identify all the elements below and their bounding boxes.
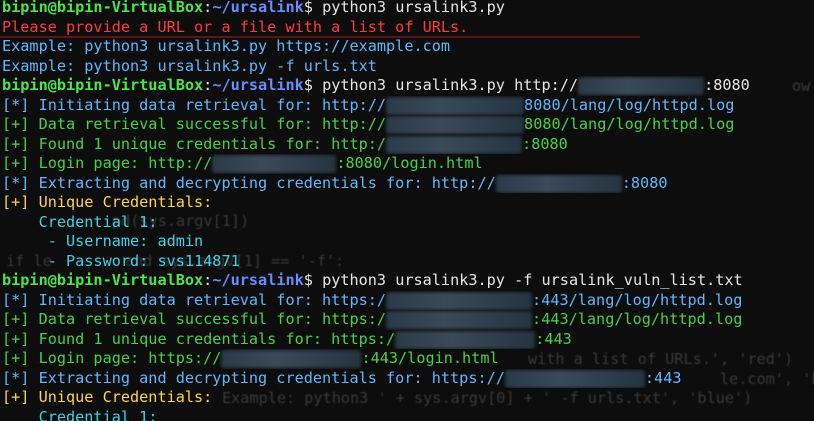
- log-text: :443/login.html: [361, 349, 499, 367]
- command-text: python3 ursalink3.py: [322, 0, 505, 16]
- log-text: :8080: [522, 134, 568, 153]
- credential-label: Credential 1:: [2, 212, 158, 231]
- credential-username: - Username: admin: [2, 232, 204, 250]
- log-text: [+] Found 1 unique credentials for: http…: [2, 134, 387, 153]
- log-text: [*] Initiating data retrieval for: http:…: [2, 95, 387, 114]
- prompt-path: ~/ursalink: [212, 76, 304, 94]
- prompt-path: ~/ursalink: [212, 271, 304, 289]
- prompt-line: bipin@bipin-VirtualBox:~/ursalink$ pytho…: [0, 271, 814, 291]
- prompt-user: bipin@bipin-VirtualBox: [2, 76, 204, 94]
- log-line: [*] Extracting and decrypting credential…: [0, 369, 814, 389]
- log-text: :443: [644, 368, 682, 387]
- credentials-heading: [+] Unique Credentials:: [2, 388, 213, 406]
- prompt-dollar: $: [303, 271, 323, 289]
- credential-label: Credential 1:: [2, 407, 158, 421]
- log-line: [+] Login page: http:// :8080/login.html: [0, 154, 814, 174]
- log-line: [+] Found 1 unique credentials for: http…: [0, 135, 814, 155]
- redacted-host: [386, 96, 525, 115]
- command-text: python3 ursalink3.py http://: [322, 76, 579, 94]
- credentials-heading: [+] Unique Credentials:: [2, 193, 213, 211]
- log-text: [+] Found 1 unique credentials for: http…: [2, 329, 396, 348]
- prompt-dollar: $: [303, 0, 323, 16]
- redacted-host: [495, 174, 622, 193]
- prompt-separator: :: [203, 271, 213, 289]
- prompt-line: bipin@bipin-VirtualBox:~/ursalink$ pytho…: [0, 0, 814, 18]
- prompt-user: bipin@bipin-VirtualBox: [2, 271, 204, 289]
- error-line: Please provide a URL or a file with a li…: [2, 17, 469, 36]
- terminal-output: bipin@bipin-VirtualBox:~/ursalink$ pytho…: [0, 0, 814, 421]
- log-line: [*] Initiating data retrieval for: https…: [0, 291, 814, 311]
- example-line: Example: python3 ursalink3.py -f urls.tx…: [2, 56, 377, 75]
- redacted-host: [386, 311, 533, 329]
- credential-password: - Password: svs114871: [2, 251, 240, 270]
- log-text: [*] Extracting and decrypting credential…: [2, 368, 505, 387]
- log-line: [+] Data retrieval successful for: http:…: [0, 115, 814, 135]
- command-text: python3 ursalink3.py -f ursalink_vuln_li…: [322, 271, 743, 289]
- log-text: [+] Data retrieval successful for: https…: [2, 310, 387, 328]
- prompt-path: ~/ursalink: [212, 0, 304, 16]
- log-text: :8080/login.html: [336, 154, 483, 172]
- terminal-window[interactable]: pd(sys.argv[1]) if le and sys.argv[1] ==…: [0, 0, 814, 421]
- redacted-host: [386, 116, 525, 134]
- log-line: [+] Data retrieval successful for: https…: [0, 310, 814, 330]
- log-text: 8080/lang/log/httpd.log: [524, 95, 735, 114]
- redacted-host: [212, 155, 337, 173]
- redacted-host: [395, 330, 536, 349]
- log-text: [*] Extracting and decrypting credential…: [2, 173, 496, 192]
- log-text: :443: [535, 329, 572, 348]
- log-text: [+] Login page: http://: [2, 154, 213, 172]
- redacted-host: [221, 350, 362, 368]
- command-text: :8080: [704, 76, 750, 94]
- prompt-separator: :: [203, 0, 213, 16]
- prompt-dollar: $: [303, 76, 323, 94]
- log-text: [+] Data retrieval successful for: http:…: [2, 115, 387, 133]
- log-line: [+] Login page: https:// :443/login.html: [0, 349, 814, 369]
- log-line: [*] Initiating data retrieval for: http:…: [0, 96, 814, 116]
- redacted-host: [386, 291, 533, 310]
- log-line: [+] Found 1 unique credentials for: http…: [0, 330, 814, 350]
- log-text: [*] Initiating data retrieval for: https…: [2, 290, 387, 309]
- example-line: Example: python3 ursalink3.py https://ex…: [2, 37, 451, 55]
- log-text: :443/lang/log/httpd.log: [532, 290, 743, 309]
- log-text: 8080/lang/log/httpd.log: [524, 115, 735, 133]
- redacted-host: [386, 135, 523, 154]
- log-line: [*] Extracting and decrypting credential…: [0, 174, 814, 194]
- prompt-line: bipin@bipin-VirtualBox:~/ursalink$ pytho…: [0, 76, 814, 96]
- log-text: :443/lang/log/httpd.log: [532, 310, 743, 328]
- prompt-user: bipin@bipin-VirtualBox: [2, 0, 204, 16]
- redacted-host: [578, 77, 705, 95]
- log-text: :8080: [621, 173, 668, 192]
- log-text: [+] Login page: https://: [2, 349, 222, 367]
- prompt-separator: :: [203, 76, 213, 94]
- redacted-host: [504, 369, 645, 388]
